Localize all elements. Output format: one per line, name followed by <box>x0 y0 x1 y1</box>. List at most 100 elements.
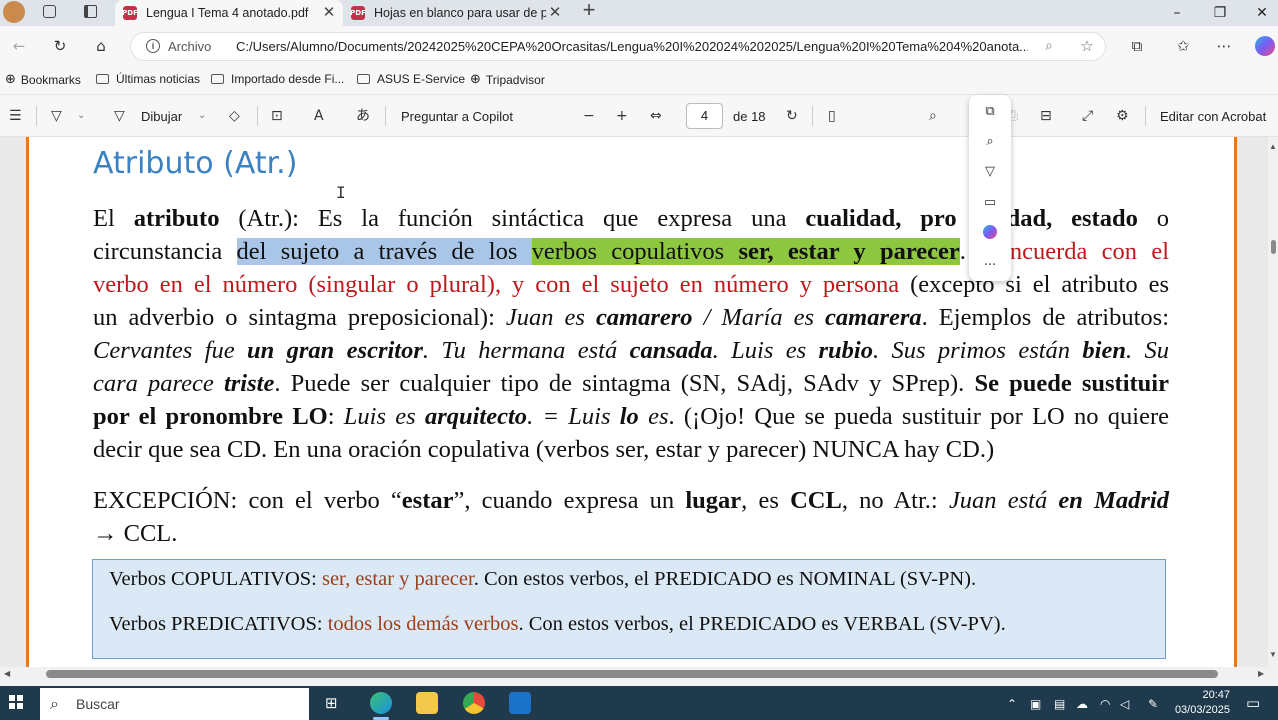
paragraph-line: Cervantes fue un gran escritor. Tu herma… <box>93 337 1169 364</box>
scroll-up-icon[interactable]: ▲ <box>1269 142 1277 151</box>
pdf-icon: PDF <box>122 6 138 20</box>
maximize-button[interactable]: ❐ <box>1198 0 1242 26</box>
copilot-icon[interactable] <box>983 225 997 239</box>
edge-icon[interactable] <box>370 692 392 714</box>
page-total: de 18 <box>733 109 766 124</box>
close-tab-icon[interactable]: ✕ <box>546 4 564 22</box>
bookmark-tripadvisor[interactable]: ⊕ Tripadvisor <box>470 72 545 87</box>
edit-with-acrobat-button[interactable]: Editar con Acrobat <box>1160 109 1266 124</box>
pen-icon[interactable]: ✎ <box>1148 697 1158 711</box>
tab-actions-icon[interactable] <box>84 5 97 18</box>
tray-app-icon[interactable]: ▣ <box>1030 697 1041 711</box>
bookmark-importado[interactable]: Importado desde Fi... <box>211 72 344 86</box>
close-tab-icon[interactable]: ✕ <box>320 4 338 22</box>
bookmark-bookmarks[interactable]: ⊕ Bookmarks <box>5 72 81 87</box>
address-scheme-label: Archivo <box>168 39 212 54</box>
system-clock[interactable]: 20:47 03/03/2025 <box>1172 688 1230 718</box>
chevron-down-icon[interactable]: ⌄ <box>77 108 85 124</box>
paragraph-line: EXCEPCIÓN: con el verbo “estar”, cuando … <box>93 487 1169 514</box>
wifi-icon[interactable]: ◠ <box>1100 697 1110 711</box>
taskbar-search-placeholder: Buscar <box>76 696 120 712</box>
comment-icon[interactable]: ▭ <box>981 193 999 211</box>
paragraph-line: un adverbio o sintagma preposicional): J… <box>93 304 1170 331</box>
tab-hojas-en-blanco[interactable]: PDF Hojas en blanco para usar de piza <box>343 0 567 26</box>
bookmark-label: Importado desde Fi... <box>231 72 345 86</box>
scroll-down-icon[interactable]: ▼ <box>1269 650 1277 659</box>
favorites-icon[interactable]: ✩ <box>1172 35 1194 57</box>
refresh-icon[interactable]: ↻ <box>49 35 71 57</box>
profile-avatar[interactable] <box>3 1 25 23</box>
task-view-icon[interactable]: ⊞ <box>325 694 338 712</box>
highlight-icon[interactable]: ▽ <box>981 162 999 180</box>
paragraph-line: → CCL. <box>93 520 178 547</box>
bookmark-label: Bookmarks <box>20 72 81 87</box>
translate-icon[interactable]: あ <box>356 108 370 124</box>
draw-icon[interactable]: ▽ <box>114 108 125 124</box>
outlook-icon[interactable] <box>509 692 531 714</box>
onedrive-icon[interactable]: ☁ <box>1076 697 1088 711</box>
extensions-icon[interactable]: ⧉ <box>1126 35 1148 57</box>
copy-icon[interactable]: ⧉ <box>981 102 999 120</box>
minimize-button[interactable]: – <box>1155 0 1199 26</box>
divider <box>1145 106 1146 126</box>
bookmark-label: Tripadvisor <box>485 72 545 87</box>
show-hidden-icons-icon[interactable]: ⌃ <box>1007 697 1017 711</box>
tray-app-icon[interactable]: ▤ <box>1054 697 1065 711</box>
ask-copilot-button[interactable]: Preguntar a Copilot <box>401 109 513 124</box>
search-icon[interactable]: ⌕ <box>929 108 937 124</box>
clock-date: 03/03/2025 <box>1174 704 1230 716</box>
copilot-icon[interactable] <box>1255 36 1275 56</box>
contents-icon[interactable]: ☰ <box>9 108 22 124</box>
scroll-left-icon[interactable]: ◀ <box>4 669 10 678</box>
paragraph-line: por el pronombre LO: Luis es arquitecto.… <box>93 403 1169 430</box>
chevron-down-icon[interactable]: ⌄ <box>198 108 206 124</box>
back-icon[interactable]: ← <box>8 35 30 57</box>
fullscreen-icon[interactable]: ⤢ <box>1082 108 1093 124</box>
tab-title: Hojas en blanco para usar de piza <box>374 6 546 20</box>
file-explorer-icon[interactable] <box>416 692 438 714</box>
read-aloud-icon[interactable]: A <box>314 108 324 124</box>
windows-start-icon[interactable] <box>9 695 23 709</box>
bookmark-label: Últimas noticias <box>116 72 201 86</box>
eraser-icon[interactable]: ◇ <box>229 108 240 124</box>
favorite-star-icon[interactable]: ☆ <box>1076 35 1098 57</box>
vertical-scroll-thumb[interactable] <box>1271 240 1276 254</box>
highlight-green[interactable]: verbos copulativos ser, estar y parecer <box>531 238 960 265</box>
new-tab-button[interactable]: + <box>580 0 598 21</box>
highlight-icon[interactable]: ▽ <box>51 108 62 124</box>
page-view-icon[interactable]: ▯ <box>828 108 836 124</box>
section-heading: Atributo (Atr.) <box>93 146 298 181</box>
zoom-icon[interactable]: ⌕ <box>1038 35 1060 57</box>
scroll-right-icon[interactable]: ▶ <box>1258 669 1264 678</box>
chrome-icon[interactable] <box>463 692 485 714</box>
bookmark-ultimas-noticias[interactable]: Últimas noticias <box>96 72 200 86</box>
bookmark-asus[interactable]: ASUS E-Service <box>357 72 465 86</box>
vertical-scrollbar[interactable] <box>1268 137 1278 667</box>
divider <box>257 106 258 126</box>
text-cursor-icon: I <box>336 183 346 202</box>
highlight-blue[interactable]: del sujeto a través de los <box>236 238 532 265</box>
close-window-button[interactable]: ✕ <box>1240 0 1278 26</box>
globe-icon: ⊕ <box>470 72 481 87</box>
page-number-input[interactable]: 4 <box>686 103 723 129</box>
paragraph-line: cara parece triste. Puede ser cualquier … <box>93 370 1169 397</box>
rotate-icon[interactable]: ↻ <box>786 108 798 124</box>
volume-icon[interactable]: ◁ <box>1120 697 1129 711</box>
horizontal-scroll-thumb[interactable] <box>46 670 1218 678</box>
more-icon[interactable]: ... <box>981 252 999 270</box>
workspaces-icon[interactable] <box>43 5 56 18</box>
fit-page-icon[interactable]: ⇔ <box>650 108 662 124</box>
info-icon[interactable]: i <box>146 39 160 53</box>
save-icon[interactable]: ⊟ <box>1040 108 1052 124</box>
text-box-icon[interactable]: ⊡ <box>271 108 283 124</box>
notifications-icon[interactable]: ▭ <box>1246 694 1260 712</box>
address-url[interactable]: C:/Users/Alumno/Documents/20242025%20CEP… <box>236 39 1028 54</box>
settings-gear-icon[interactable]: ⚙ <box>1116 108 1129 124</box>
draw-button[interactable]: Dibujar <box>141 109 182 124</box>
zoom-in-icon[interactable]: + <box>616 108 628 124</box>
home-icon[interactable]: ⌂ <box>90 35 112 57</box>
search-icon[interactable]: ⌕ <box>981 132 999 150</box>
zoom-out-icon[interactable]: − <box>583 108 595 124</box>
more-options-icon[interactable]: ⋯ <box>1213 35 1235 57</box>
tab-lengua-pdf[interactable]: PDF Lengua I Tema 4 anotado.pdf <box>115 0 343 26</box>
